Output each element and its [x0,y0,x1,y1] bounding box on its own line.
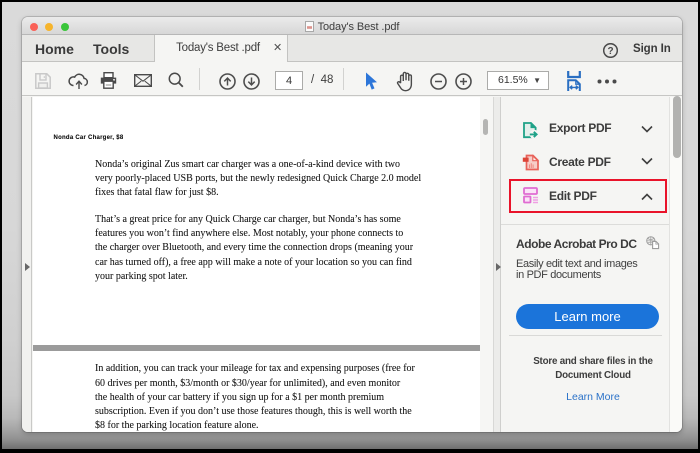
svg-text:?: ? [607,46,613,57]
